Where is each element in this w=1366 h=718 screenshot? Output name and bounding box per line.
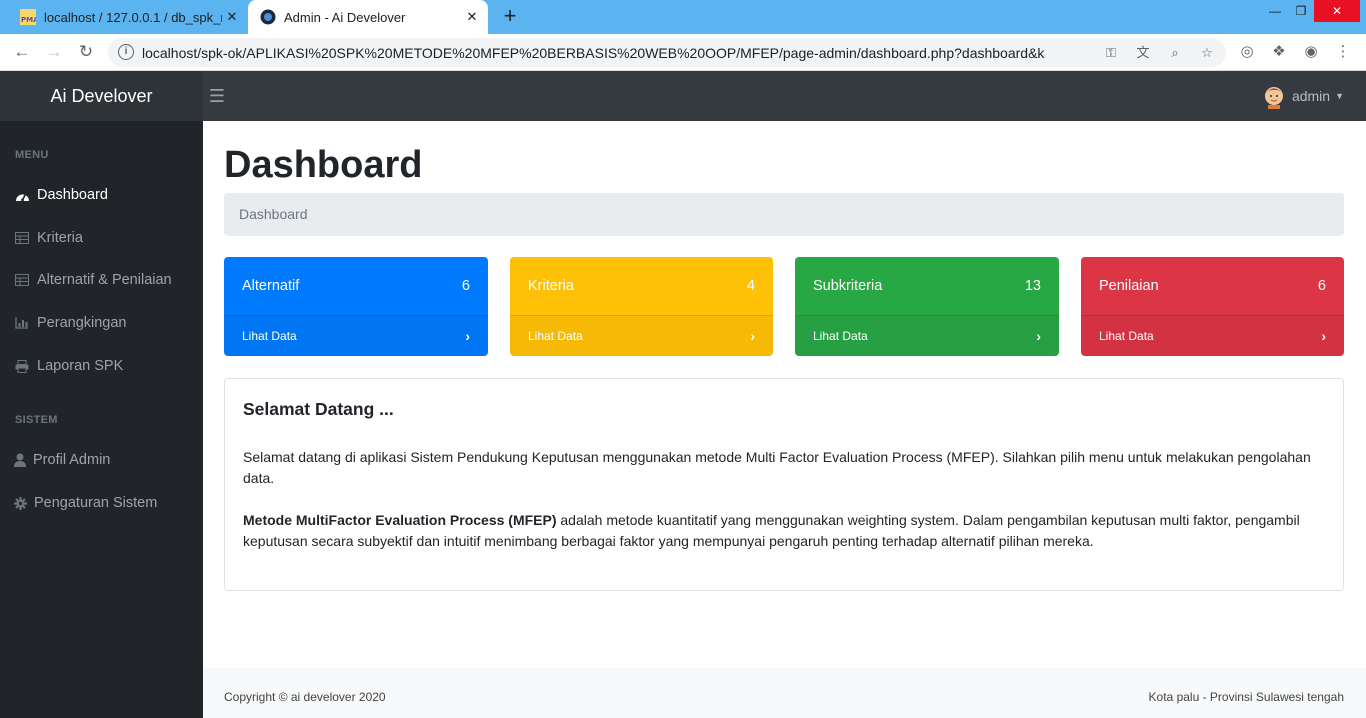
sidebar: MENU Dashboard Kriteria Alternatif & Pen… [0,121,203,718]
gear-icon [14,495,27,511]
address-bar[interactable]: i localhost/spk-ok/APLIKASI%20SPK%20METO… [108,38,1226,67]
footer: Copyright © ai develover 2020 Kota palu … [203,668,1366,718]
sidebar-item-laporan-spk[interactable]: Laporan SPK [14,356,123,376]
sidebar-heading-menu: MENU [15,149,49,161]
sidebar-item-pengaturan-sistem[interactable]: Pengaturan Sistem [14,493,157,513]
card-link-subkriteria[interactable]: Lihat Data › [795,315,1059,356]
sidebar-item-label: Perangkingan [37,315,127,331]
card-count: 6 [461,278,470,294]
tab-title: localhost / 127.0.0.1 / db_spk_mfep [44,9,222,25]
new-tab-button[interactable]: + [498,4,522,28]
sidebar-item-label: Alternatif & Penilaian [37,272,172,288]
browser-toolbar: ← → ↻ i localhost/spk-ok/APLIKASI%20SPK%… [0,34,1366,71]
chevron-right-icon: › [1036,328,1041,344]
breadcrumb: Dashboard [224,193,1344,236]
site-info-icon[interactable]: i [118,44,134,60]
welcome-heading: Selamat Datang ... [243,399,394,419]
caret-down-icon: ▼ [1335,91,1344,101]
card-label: Kriteria [528,278,574,294]
card-count: 4 [746,278,755,294]
zoom-icon[interactable]: ⌕ [1166,44,1184,62]
table-icon [14,230,30,246]
browser-tab-phpmyadmin[interactable]: PMA localhost / 127.0.0.1 / db_spk_mfep … [8,0,248,34]
forward-icon[interactable]: → [44,42,64,62]
dashboard-icon [14,187,30,203]
avatar [1264,87,1283,109]
browser-tab-strip: PMA localhost / 127.0.0.1 / db_spk_mfep … [0,0,1366,34]
card-link-label[interactable]: Lihat Data [813,329,868,343]
site-favicon-icon [260,9,276,25]
globe-extension-icon[interactable]: ◎ [1237,42,1257,62]
sidebar-item-perangkingan[interactable]: Perangkingan [14,313,127,333]
translate-icon[interactable]: 文 [1134,44,1152,62]
mfep-description: Metode MultiFactor Evaluation Process (M… [243,510,1327,552]
card-link-label[interactable]: Lihat Data [1099,329,1154,343]
browser-tab-admin[interactable]: Admin - Ai Develover ✕ [248,0,488,34]
browser-menu-icon[interactable]: ⋮ [1333,42,1353,62]
tab-title: Admin - Ai Develover [284,9,406,25]
sidebar-heading-sistem: SISTEM [15,414,58,426]
reload-icon[interactable]: ↻ [76,42,96,62]
card-count: 13 [1024,278,1041,294]
sidebar-item-label: Laporan SPK [37,358,124,374]
brand-title[interactable]: Ai Develover [0,71,203,121]
card-penilaian: Penilaian 6 Lihat Data › [1081,257,1344,356]
card-link-label[interactable]: Lihat Data [242,329,297,343]
sidebar-item-label: Pengaturan Sistem [34,495,158,511]
window-controls: — ❐ ✕ [1262,0,1360,22]
profile-icon[interactable]: ◉ [1301,42,1321,62]
user-dropdown[interactable]: admin ▼ [1262,83,1344,109]
window-close-icon[interactable]: ✕ [1314,0,1360,22]
card-label: Subkriteria [813,278,883,294]
url-text[interactable]: localhost/spk-ok/APLIKASI%20SPK%20METODE… [142,45,1044,61]
sidebar-item-label: Kriteria [37,230,83,246]
mfep-term: Metode MultiFactor Evaluation Process (M… [243,512,557,528]
tab-close-icon[interactable]: ✕ [462,9,482,25]
back-icon[interactable]: ← [12,42,32,62]
app-navbar: Ai Develover ☰ admin ▼ [0,71,1366,121]
key-icon[interactable]: ⚿ [1102,44,1120,62]
card-label: Alternatif [242,278,300,294]
chevron-right-icon: › [750,328,755,344]
print-icon [14,358,30,374]
welcome-card: Selamat Datang ... Selamat datang di apl… [224,378,1344,591]
chevron-right-icon: › [1321,328,1326,344]
welcome-paragraph: Selamat datang di aplikasi Sistem Penduk… [243,449,1311,486]
chevron-right-icon: › [465,328,470,344]
sidebar-item-profil-admin[interactable]: Profil Admin [14,450,110,470]
sidebar-item-label: Dashboard [37,187,108,203]
sidebar-item-kriteria[interactable]: Kriteria [14,228,83,248]
copyright-text: Copyright © ai develover 2020 [224,690,386,704]
card-count: 6 [1317,278,1326,294]
tab-close-icon[interactable]: ✕ [222,9,242,25]
sidebar-item-label: Profil Admin [33,452,111,468]
card-link-label[interactable]: Lihat Data [528,329,583,343]
card-link-alternatif[interactable]: Lihat Data › [224,315,488,356]
card-kriteria: Kriteria 4 Lihat Data › [510,257,773,356]
user-name: admin [1291,88,1331,104]
sidebar-item-alternatif-penilaian[interactable]: Alternatif & Penilaian [14,270,172,290]
card-label: Penilaian [1099,278,1159,294]
location-text: Kota palu - Provinsi Sulawesi tengah [1148,690,1344,704]
card-link-penilaian[interactable]: Lihat Data › [1081,315,1344,356]
user-icon [14,452,26,468]
chart-icon [14,315,30,331]
sidebar-item-dashboard[interactable]: Dashboard [14,185,108,205]
svg-text:PMA: PMA [21,16,36,24]
page-title: Dashboard [224,144,423,186]
phpmyadmin-favicon-icon: PMA [20,9,36,25]
minimize-icon[interactable]: — [1262,0,1288,22]
card-link-kriteria[interactable]: Lihat Data › [510,315,773,356]
card-subkriteria: Subkriteria 13 Lihat Data › [795,257,1059,356]
card-alternatif: Alternatif 6 Lihat Data › [224,257,488,356]
sidebar-toggle-icon[interactable]: ☰ [208,84,226,108]
extensions-puzzle-icon[interactable]: ❖ [1269,42,1289,62]
bookmark-star-icon[interactable]: ☆ [1198,44,1216,62]
table-icon [14,272,30,288]
restore-icon[interactable]: ❐ [1288,0,1314,22]
